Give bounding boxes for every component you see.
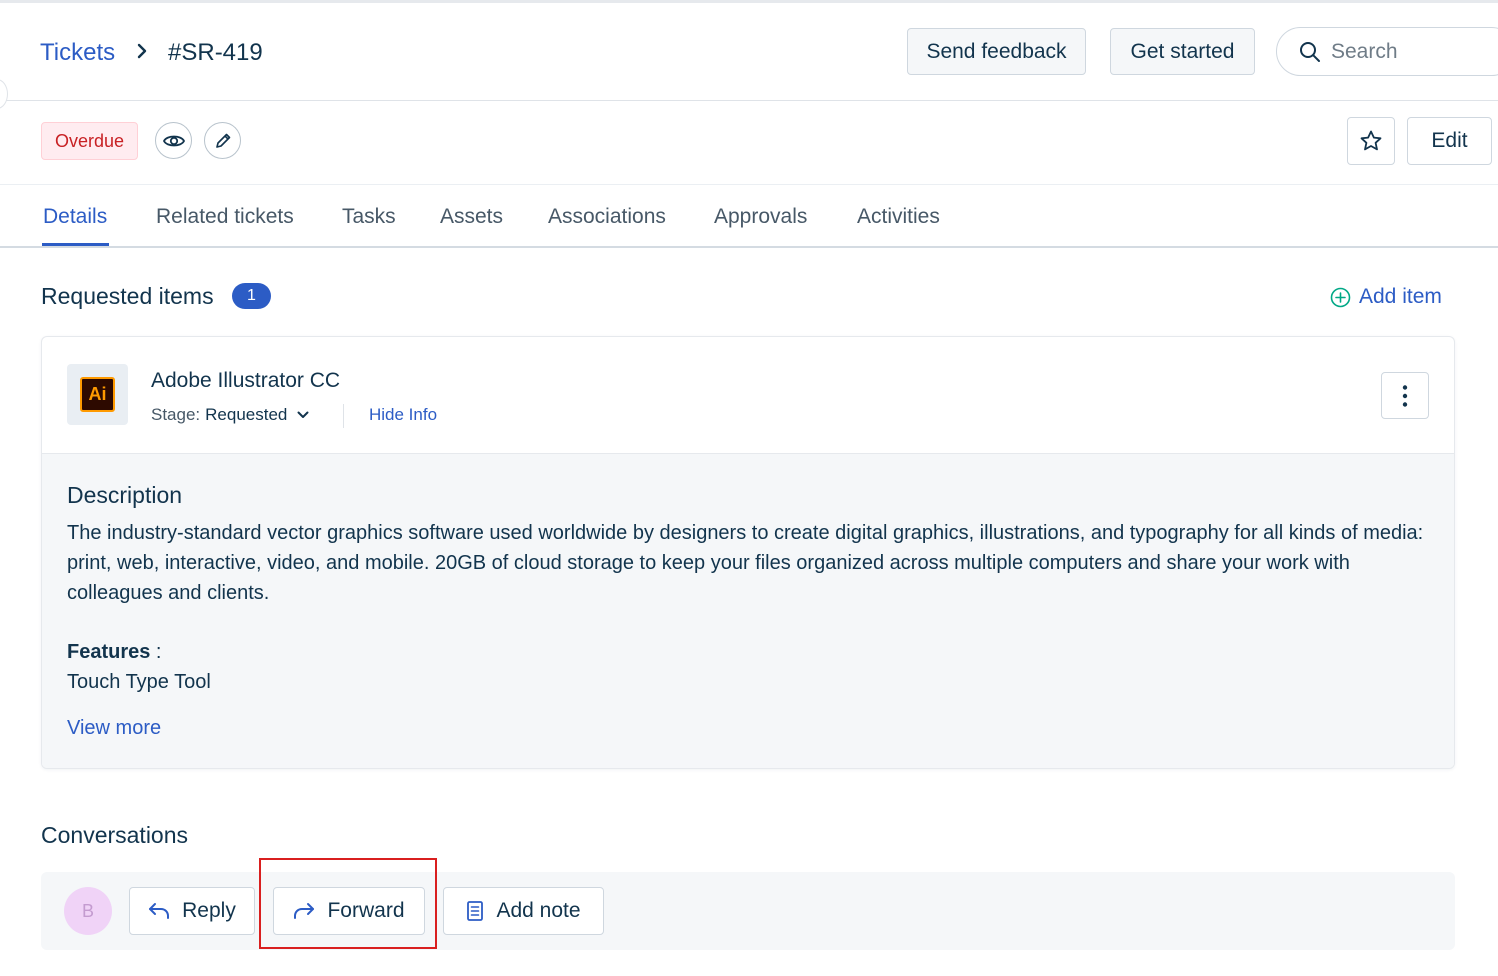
edit-button[interactable]: Edit bbox=[1407, 117, 1492, 165]
add-note-label: Add note bbox=[496, 899, 581, 922]
eye-icon bbox=[162, 133, 185, 149]
note-icon bbox=[466, 900, 484, 922]
reply-label: Reply bbox=[182, 899, 236, 922]
features-value: Touch Type Tool bbox=[67, 671, 211, 693]
reply-button[interactable]: Reply bbox=[129, 887, 255, 935]
avatar: B bbox=[64, 887, 112, 935]
favorite-button[interactable] bbox=[1347, 117, 1395, 165]
send-feedback-button[interactable]: Send feedback bbox=[907, 28, 1086, 75]
item-more-options-button[interactable] bbox=[1381, 372, 1429, 419]
chevron-down-icon bbox=[297, 411, 309, 419]
overdue-badge: Overdue bbox=[41, 122, 138, 160]
breadcrumb-tickets-link[interactable]: Tickets bbox=[40, 39, 115, 67]
description-heading: Description bbox=[67, 482, 183, 508]
kebab-menu-icon bbox=[1402, 384, 1408, 408]
ticket-status-bar: Overdue Edit bbox=[0, 101, 1498, 185]
tab-related-tickets[interactable]: Related tickets bbox=[156, 205, 294, 229]
tab-associations[interactable]: Associations bbox=[548, 205, 666, 229]
forward-label: Forward bbox=[327, 899, 405, 922]
search-icon bbox=[1299, 41, 1321, 63]
add-circle-icon bbox=[1330, 287, 1351, 308]
features-label-text: Features bbox=[67, 641, 151, 663]
add-item-label: Add item bbox=[1359, 285, 1442, 308]
tab-tasks[interactable]: Tasks bbox=[342, 205, 396, 229]
active-tab-indicator bbox=[42, 243, 109, 246]
breadcrumb-current-ticket: #SR-419 bbox=[168, 39, 263, 66]
view-more-link[interactable]: View more bbox=[67, 717, 161, 740]
features-separator: : bbox=[150, 641, 162, 663]
search-input[interactable]: Search bbox=[1276, 27, 1498, 76]
requested-items-title: Requested items bbox=[41, 283, 214, 309]
chevron-right-icon bbox=[132, 38, 152, 64]
adobe-illustrator-icon: Ai bbox=[80, 377, 115, 412]
get-started-button[interactable]: Get started bbox=[1110, 28, 1255, 75]
features-label: Features : bbox=[67, 641, 162, 664]
star-icon bbox=[1359, 129, 1383, 153]
conversations-title: Conversations bbox=[41, 822, 189, 848]
stage-label: Stage: bbox=[151, 405, 201, 424]
divider bbox=[343, 404, 344, 428]
forward-icon bbox=[293, 902, 315, 920]
edit-pencil-button[interactable] bbox=[204, 122, 241, 159]
stage-dropdown[interactable]: Stage: Requested bbox=[151, 405, 309, 425]
tab-details[interactable]: Details bbox=[43, 205, 107, 229]
item-name: Adobe Illustrator CC bbox=[151, 369, 341, 392]
forward-button[interactable]: Forward bbox=[273, 887, 425, 935]
item-details-panel: Description The industry-standard vector… bbox=[42, 454, 1454, 768]
tab-activities[interactable]: Activities bbox=[857, 205, 940, 229]
add-note-button[interactable]: Add note bbox=[443, 887, 604, 935]
pencil-icon bbox=[214, 132, 232, 150]
search-placeholder: Search bbox=[1331, 39, 1398, 63]
stage-value: Requested bbox=[205, 405, 288, 424]
watch-button[interactable] bbox=[155, 122, 192, 159]
ticket-tabs: Details Related tickets Tasks Assets Ass… bbox=[0, 185, 1498, 248]
page-header: Tickets #SR-419 Send feedback Get starte… bbox=[0, 3, 1498, 109]
hide-info-link[interactable]: Hide Info bbox=[369, 405, 437, 425]
tab-approvals[interactable]: Approvals bbox=[714, 205, 807, 229]
tab-assets[interactable]: Assets bbox=[440, 205, 503, 229]
add-item-button[interactable]: Add item bbox=[1330, 284, 1442, 310]
requested-item-card: Ai Adobe Illustrator CC Stage: Requested… bbox=[41, 336, 1455, 769]
app-logo: Ai bbox=[67, 364, 128, 425]
item-card-header: Ai Adobe Illustrator CC Stage: Requested… bbox=[42, 337, 1454, 454]
description-text: The industry-standard vector graphics so… bbox=[67, 522, 1424, 604]
requested-items-count-badge: 1 bbox=[232, 283, 271, 309]
reply-icon bbox=[148, 902, 170, 920]
